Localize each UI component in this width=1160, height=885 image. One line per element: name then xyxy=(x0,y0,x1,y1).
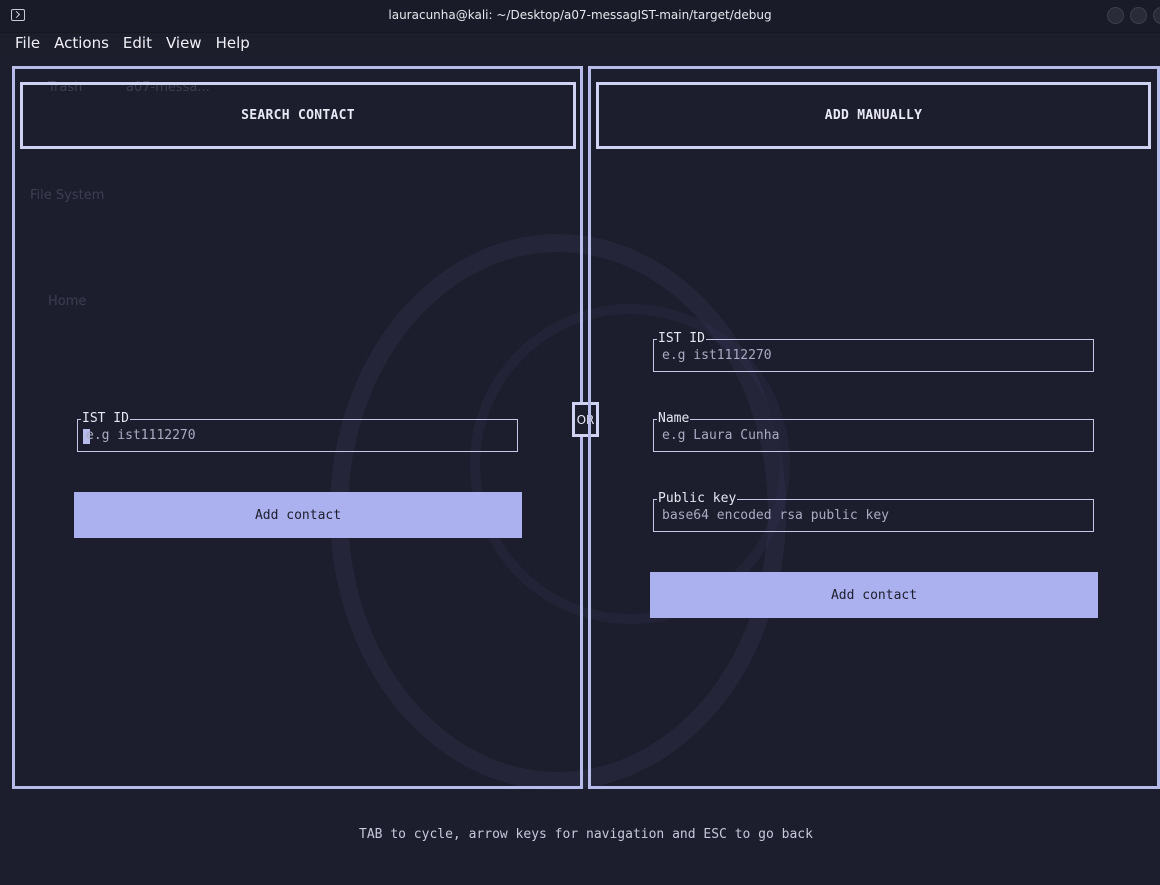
manual-name-field[interactable]: Name xyxy=(653,411,1094,452)
menu-view[interactable]: View xyxy=(166,32,202,54)
manual-ist-id-field[interactable]: IST ID xyxy=(653,331,1094,372)
search-contact-header: SEARCH CONTACT xyxy=(20,82,576,149)
menu-edit[interactable]: Edit xyxy=(123,32,152,54)
menu-actions[interactable]: Actions xyxy=(54,32,109,54)
search-ist-id-field[interactable]: IST ID xyxy=(77,411,518,452)
search-ist-id-label: IST ID xyxy=(81,411,130,427)
maximize-button[interactable] xyxy=(1130,7,1147,24)
manual-public-key-input[interactable] xyxy=(662,507,1085,525)
search-ist-id-input[interactable] xyxy=(86,427,509,445)
menu-help[interactable]: Help xyxy=(216,32,250,54)
navigation-hint: TAB to cycle, arrow keys for navigation … xyxy=(359,827,813,842)
manual-ist-id-label: IST ID xyxy=(657,331,706,347)
manual-ist-id-input[interactable] xyxy=(662,347,1085,365)
add-manually-header: ADD MANUALLY xyxy=(596,82,1151,149)
manual-public-key-label: Public key xyxy=(657,491,738,507)
manual-name-label: Name xyxy=(657,411,691,427)
menu-bar: File Actions Edit View Help xyxy=(0,32,250,54)
menu-file[interactable]: File xyxy=(15,32,40,54)
manual-add-contact-button[interactable]: Add contact xyxy=(650,572,1098,618)
manual-public-key-field[interactable]: Public key xyxy=(653,491,1094,532)
manual-name-input[interactable] xyxy=(662,427,1085,445)
title-bar: lauracunha@kali: ~/Desktop/a07-messagIST… xyxy=(0,0,1160,33)
search-add-contact-button[interactable]: Add contact xyxy=(74,492,522,538)
minimize-button[interactable] xyxy=(1107,7,1124,24)
window-title: lauracunha@kali: ~/Desktop/a07-messagIST… xyxy=(388,8,772,22)
